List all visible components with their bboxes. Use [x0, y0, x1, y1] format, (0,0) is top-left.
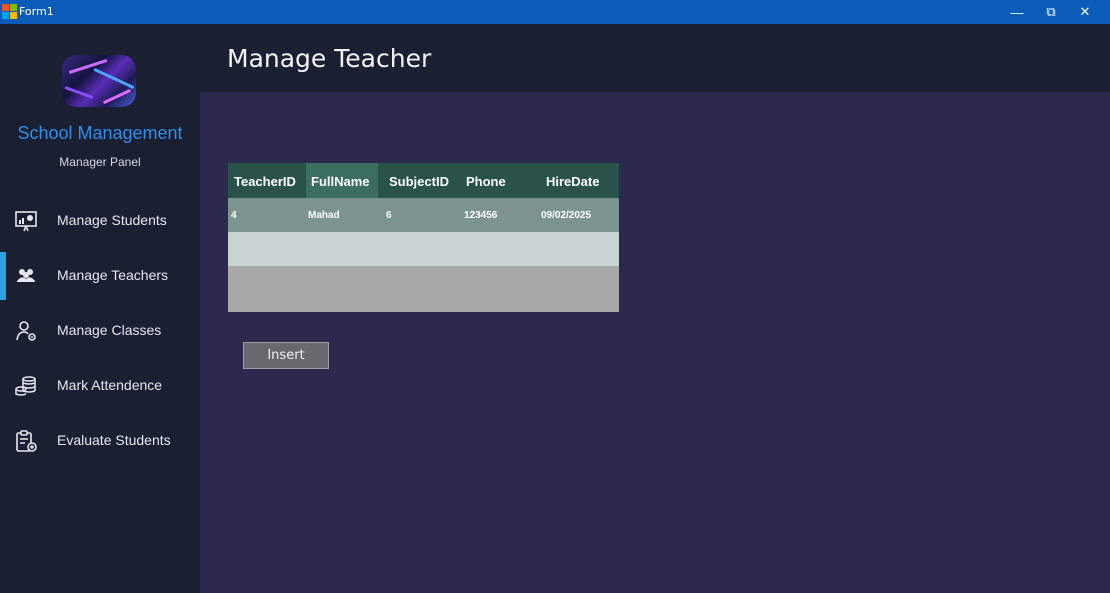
grid-header-row: TeacherID FullName SubjectID Phone HireD…	[228, 163, 619, 198]
sidebar-item-mark-attendence[interactable]: Mark Attendence	[0, 362, 200, 410]
main-content: TeacherID FullName SubjectID Phone HireD…	[200, 92, 1110, 593]
sidebar-item-label: Evaluate Students	[57, 432, 171, 448]
close-icon: ✕	[1079, 4, 1091, 19]
column-header-teacherid[interactable]: TeacherID	[234, 174, 296, 189]
sidebar-item-manage-students[interactable]: Manage Students	[0, 197, 200, 245]
column-header-phone[interactable]: Phone	[466, 174, 506, 189]
panel-subtitle: Manager Panel	[59, 155, 141, 169]
sidebar-item-manage-classes[interactable]: Manage Classes	[0, 307, 200, 355]
window-titlebar: Form1 — ⧉ ✕	[0, 0, 1110, 24]
school-logo	[62, 55, 136, 107]
presentation-board-icon	[15, 211, 37, 232]
insert-button[interactable]: Insert	[243, 342, 329, 369]
table-row[interactable]: 4 Mahad 6 123456 09/02/2025	[228, 198, 619, 232]
sidebar-item-label: Mark Attendence	[57, 377, 163, 393]
sidebar: School Management Manager Panel Manage S…	[0, 24, 200, 593]
minimize-icon: —	[1010, 4, 1024, 20]
sidebar-item-label: Manage Classes	[57, 322, 162, 338]
coin-stack-icon	[15, 376, 36, 396]
page-header: Manage Teacher	[200, 24, 1110, 92]
new-row[interactable]	[228, 232, 619, 266]
app-icon	[2, 4, 17, 19]
column-header-fullname[interactable]: FullName	[311, 174, 370, 189]
sidebar-item-label: Manage Students	[57, 212, 167, 228]
cell-fullname[interactable]: Mahad	[308, 210, 340, 221]
user-settings-icon	[16, 321, 36, 341]
sidebar-item-manage-teachers[interactable]: Manage Teachers	[0, 252, 200, 300]
minimize-button[interactable]: —	[1000, 0, 1034, 24]
cell-teacherid[interactable]: 4	[231, 210, 237, 221]
group-users-icon	[17, 269, 35, 282]
clipboard-add-icon	[16, 430, 37, 452]
restore-icon: ⧉	[1046, 4, 1056, 19]
column-header-hiredate[interactable]: HireDate	[546, 174, 599, 189]
sidebar-item-evaluate-students[interactable]: Evaluate Students	[0, 417, 200, 465]
close-button[interactable]: ✕	[1068, 0, 1102, 24]
cell-subjectid[interactable]: 6	[386, 210, 392, 221]
sidebar-item-label: Manage Teachers	[57, 267, 169, 283]
column-header-subjectid[interactable]: SubjectID	[389, 174, 449, 189]
brand-title: School Management	[17, 123, 183, 143]
cell-hiredate[interactable]: 09/02/2025	[541, 210, 591, 221]
restore-button[interactable]: ⧉	[1034, 0, 1068, 24]
page-title: Manage Teacher	[227, 44, 432, 73]
cell-phone[interactable]: 123456	[464, 210, 497, 221]
window-title: Form1	[19, 5, 54, 18]
teachers-data-grid[interactable]: TeacherID FullName SubjectID Phone HireD…	[228, 163, 619, 312]
